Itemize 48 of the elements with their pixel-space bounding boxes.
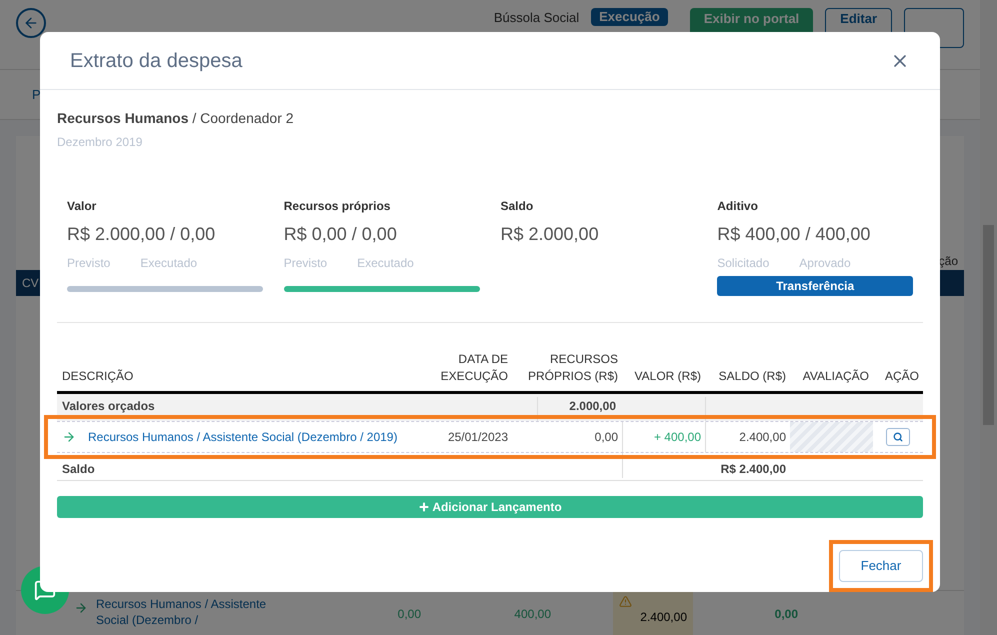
table-cell-text: 0,00: [774, 606, 798, 623]
tab-label[interactable]: P: [32, 84, 41, 104]
add-entry-button[interactable]: Adicionar Lançamento: [57, 496, 923, 518]
arrow-icon: [62, 430, 76, 444]
modal-title: Extrato da despesa: [70, 48, 242, 74]
column-header: RECURSOS PRÓPRIOS (R$): [528, 351, 618, 385]
table-cell-text: 25/01/2023: [446, 429, 509, 446]
stat-label: Valor: [67, 198, 98, 215]
column-header: SALDO (R$): [718, 368, 786, 385]
close-dialog-button[interactable]: Fechar: [839, 550, 923, 582]
stat-caption: Executado: [140, 255, 198, 272]
expense-heading: Recursos Humanos / Coordenador 2: [57, 109, 295, 128]
stat-caption: Executado: [357, 255, 414, 272]
stat-amount: R$ 0,00 / 0,00: [284, 223, 398, 246]
column-header: VALOR (R$): [634, 368, 701, 385]
entry-link[interactable]: Recursos Humanos / Assistente Social (Dezembro / 2019): [88, 428, 398, 446]
status-badge: Execução: [591, 8, 668, 26]
stat-amount: R$ 2.000,00 / 0,00: [67, 223, 216, 246]
table-cell-text: 0,00: [594, 429, 619, 446]
brand-label: Bússola Social: [494, 10, 580, 26]
plus-icon: [418, 501, 430, 513]
stat-label: Recursos próprios: [284, 198, 392, 215]
column-header: DESCRIÇÃO: [62, 368, 134, 385]
table-cell: + 400,00: [622, 422, 705, 452]
stat-caption: Previsto: [67, 255, 110, 272]
row-label: Valores orçados: [61, 398, 156, 415]
column-header: AVALIAÇÃO: [802, 368, 869, 385]
table-cell-text: 0,00: [396, 606, 421, 623]
stat-label: Saldo: [500, 198, 534, 215]
column-header: DATA DE EXECUÇÃO: [440, 351, 508, 385]
stat-amount: R$ 400,00 / 400,00: [717, 223, 872, 246]
table-cell-text: R$ 2.400,00: [720, 461, 787, 478]
table-cell-text: 2.400,00: [639, 609, 687, 626]
row-label: Saldo: [61, 461, 96, 478]
row-description[interactable]: Recursos Humanos / Assistente Social (Dezembro /: [96, 591, 286, 628]
transfer-button[interactable]: Transferência: [717, 276, 913, 296]
stat-amount: R$ 2.000,00: [500, 223, 600, 246]
column-header: CV: [22, 275, 39, 292]
search-icon: [893, 432, 903, 442]
search-button[interactable]: [886, 428, 910, 446]
stat-caption: Solicitado: [717, 255, 770, 272]
column-header: AÇÃO: [884, 368, 919, 385]
stat-caption: Aprovado: [799, 255, 851, 272]
period-label: Dezembro 2019: [57, 134, 144, 151]
stat-caption: Previsto: [284, 255, 328, 272]
scrollbar-thumb[interactable]: [983, 225, 994, 425]
table-cell-text: 400,00: [513, 606, 551, 623]
stat-label: Aditivo: [717, 198, 759, 215]
